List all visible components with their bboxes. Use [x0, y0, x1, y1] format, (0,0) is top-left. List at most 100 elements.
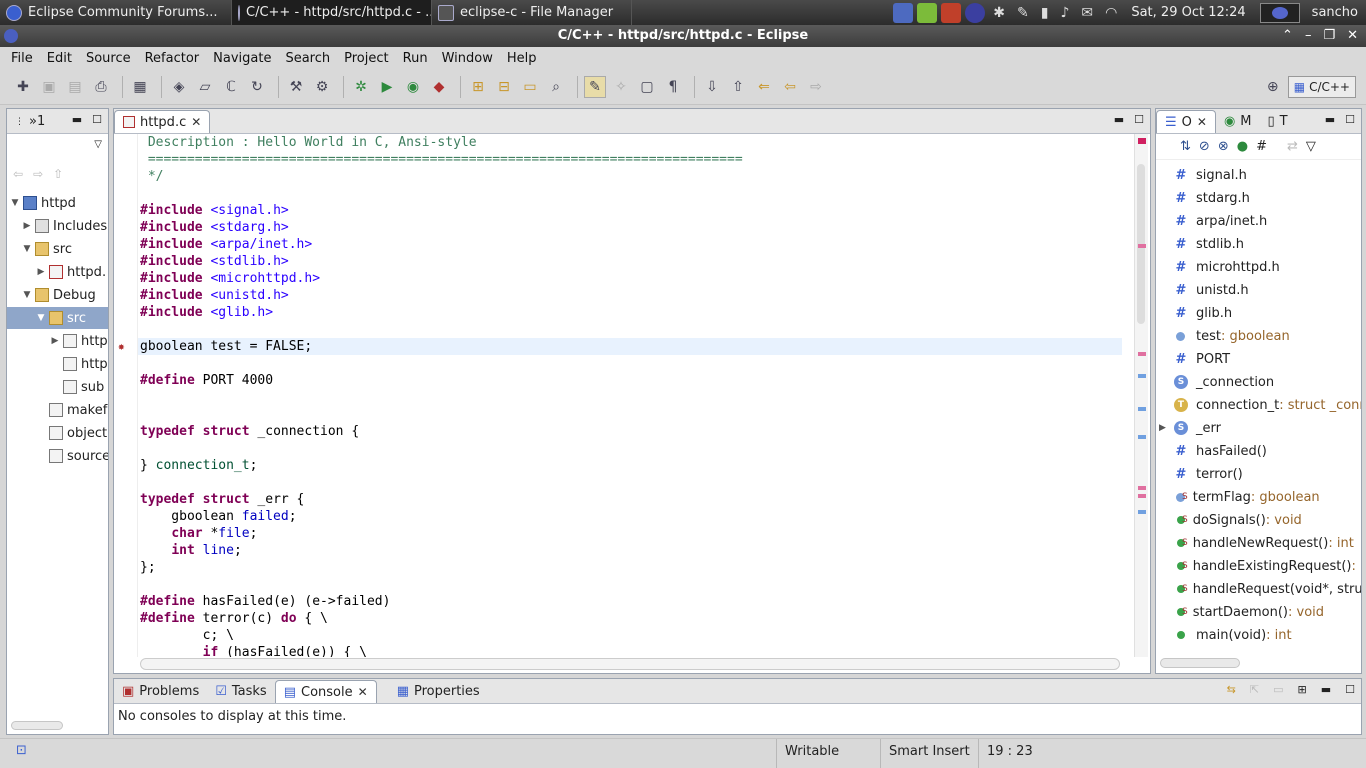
expand-icon[interactable]: ▶	[1159, 423, 1166, 433]
outline-item[interactable]: # unistd.h	[1156, 279, 1249, 301]
outline-item[interactable]: S _connection	[1156, 371, 1274, 393]
build-hammer-icon[interactable]: ⚒	[285, 76, 307, 98]
forward-icon[interactable]: ⇨	[805, 76, 827, 98]
close-icon[interactable]: ✕	[191, 115, 201, 129]
new-icon[interactable]: ✚	[12, 76, 34, 98]
code-line[interactable]: #include <glib.h>	[140, 304, 273, 321]
minimize-icon[interactable]: ▬	[72, 113, 82, 126]
editor-overview-ruler[interactable]	[1134, 134, 1148, 657]
code-line[interactable]: } connection_t;	[140, 457, 257, 474]
window-close-button[interactable]: ✕	[1347, 25, 1358, 47]
print-icon[interactable]: ⎙	[90, 76, 112, 98]
tree-item-includes[interactable]: ▶ Includes	[21, 215, 108, 237]
mark-occurrences-icon[interactable]: ✧	[610, 76, 632, 98]
outline-item[interactable]: # stdlib.h	[1156, 233, 1244, 255]
run-coverage-icon[interactable]: ◉	[402, 76, 424, 98]
outline-item[interactable]: ShandleRequest(void*, struc	[1156, 578, 1361, 600]
next-annotation-icon[interactable]: ⇩	[701, 76, 723, 98]
expand-icon[interactable]: ▶	[21, 221, 33, 231]
block-selection-icon[interactable]: ▢	[636, 76, 658, 98]
menu-refactor[interactable]: Refactor	[138, 51, 207, 66]
minimize-icon[interactable]: ▬	[1321, 683, 1331, 696]
outline-item[interactable]: SdoSignals() : void	[1156, 509, 1302, 531]
menu-help[interactable]: Help	[500, 51, 544, 66]
error-marker-icon[interactable]: ✸	[118, 340, 132, 353]
back-icon[interactable]: ⇦	[779, 76, 801, 98]
expand-icon[interactable]: ▶	[35, 267, 47, 277]
code-line[interactable]: #define terror(c) do { \	[140, 610, 328, 627]
menu-navigate[interactable]: Navigate	[206, 51, 278, 66]
code-line[interactable]: Description : Hello World in C, Ansi-sty…	[140, 134, 477, 151]
new-class-icon[interactable]: ℂ	[220, 76, 242, 98]
android-icon[interactable]	[917, 2, 938, 23]
group-includes-icon[interactable]: #	[1256, 139, 1267, 154]
build-settings-icon[interactable]: ⚙	[311, 76, 333, 98]
view-menu-dropdown-icon[interactable]: ▽	[94, 139, 102, 150]
tab-httpd-c[interactable]: httpd.c ✕	[114, 110, 211, 133]
collapse-icon[interactable]: ▼	[9, 198, 21, 208]
eclipse-window-icon[interactable]	[4, 29, 18, 43]
maximize-icon[interactable]: ☐	[92, 113, 102, 126]
hide-nonpublic-icon[interactable]: ●	[1237, 139, 1248, 154]
run-icon[interactable]: ▶	[376, 76, 398, 98]
code-line[interactable]: */	[140, 168, 164, 185]
collapse-icon[interactable]: ▼	[35, 313, 47, 323]
code-line[interactable]: typedef struct _err {	[140, 491, 304, 508]
hide-fields-icon[interactable]: ⊘	[1199, 139, 1210, 154]
tab-project-explorer[interactable]: ⋮ »1	[7, 110, 53, 133]
taskbar-task-eclipse[interactable]: C/C++ - httpd/src/httpd.c - ...	[232, 0, 432, 25]
open-folder-icon[interactable]: ▭	[519, 76, 541, 98]
tab-tasks[interactable]: ☑ Tasks	[207, 680, 275, 703]
tab-outline[interactable]: ☰ O ✕	[1156, 110, 1216, 133]
user-name[interactable]: sancho	[1312, 5, 1358, 20]
new-cpp-project-icon[interactable]: ◈	[168, 76, 190, 98]
volume-icon[interactable]: ♪	[1060, 5, 1069, 21]
tree-item-makefile[interactable]: makef	[47, 399, 107, 421]
display-selected-console-icon[interactable]: ⇆	[1227, 683, 1236, 696]
outline-item[interactable]: # hasFailed()	[1156, 440, 1267, 462]
outline-item[interactable]: # microhttpd.h	[1156, 256, 1280, 278]
tree-item-http-2[interactable]: http	[61, 353, 108, 375]
tree-item-sub[interactable]: sub	[61, 376, 104, 398]
expand-icon[interactable]: ▶	[49, 336, 61, 346]
battery-icon[interactable]: ▮	[1041, 5, 1049, 21]
close-icon[interactable]: ✕	[1197, 115, 1207, 129]
outline-item[interactable]: # glib.h	[1156, 302, 1233, 324]
code-line[interactable]: c; \	[140, 627, 234, 644]
last-edit-icon[interactable]: ⇐	[753, 76, 775, 98]
maximize-icon[interactable]: ☐	[1345, 683, 1355, 696]
code-line[interactable]: };	[140, 559, 156, 576]
tree-item-httpd[interactable]: ▼ httpd	[9, 192, 76, 214]
highlight-toggle-icon[interactable]: ✎	[584, 75, 606, 98]
tree-item-httpd-c[interactable]: ▶ httpd.	[35, 261, 107, 283]
horizontal-scrollbar[interactable]	[11, 721, 63, 730]
open-type-icon[interactable]: ⊞	[467, 76, 489, 98]
code-line[interactable]: gboolean test = FALSE;	[140, 338, 312, 355]
code-line[interactable]: if (hasFailed(e)) { \	[140, 644, 367, 657]
binary-icon[interactable]: ▦	[129, 76, 151, 98]
tab-make-targets[interactable]: ◉ M	[1216, 110, 1260, 133]
menu-project[interactable]: Project	[337, 51, 395, 66]
code-line[interactable]: #include <arpa/inet.h>	[140, 236, 312, 253]
code-line[interactable]: #define PORT 4000	[140, 372, 273, 389]
tree-item-http-1[interactable]: ▶ http	[49, 330, 108, 352]
menu-window[interactable]: Window	[435, 51, 500, 66]
tree-item-sources[interactable]: source	[47, 445, 108, 467]
outline-item[interactable]: ShandleExistingRequest() : in	[1156, 555, 1361, 577]
outline-item[interactable]: ShandleNewRequest() : int	[1156, 532, 1354, 554]
view-menu-dropdown-icon[interactable]: ▽	[1306, 139, 1316, 154]
hide-static-icon[interactable]: ⊗	[1218, 139, 1229, 154]
tree-item-debug[interactable]: ▼ Debug	[21, 284, 96, 306]
window-maximize-button[interactable]: ❐	[1323, 25, 1335, 47]
new-folder-icon[interactable]: ▱	[194, 76, 216, 98]
refresh-icon[interactable]: ↻	[246, 76, 268, 98]
minimize-icon[interactable]: ▬	[1325, 113, 1335, 126]
window-minimize-button[interactable]: –	[1305, 25, 1312, 47]
tab-tasks[interactable]: ▯ T	[1260, 110, 1296, 133]
close-icon[interactable]: ✕	[358, 685, 368, 699]
back-icon[interactable]: ⇦	[13, 167, 23, 181]
code-line[interactable]: char *file;	[140, 525, 257, 542]
mail-icon[interactable]: ✉	[1081, 5, 1093, 21]
open-console-icon[interactable]: ⊞	[1298, 683, 1307, 696]
code-line[interactable]: #define hasFailed(e) (e->failed)	[140, 593, 390, 610]
